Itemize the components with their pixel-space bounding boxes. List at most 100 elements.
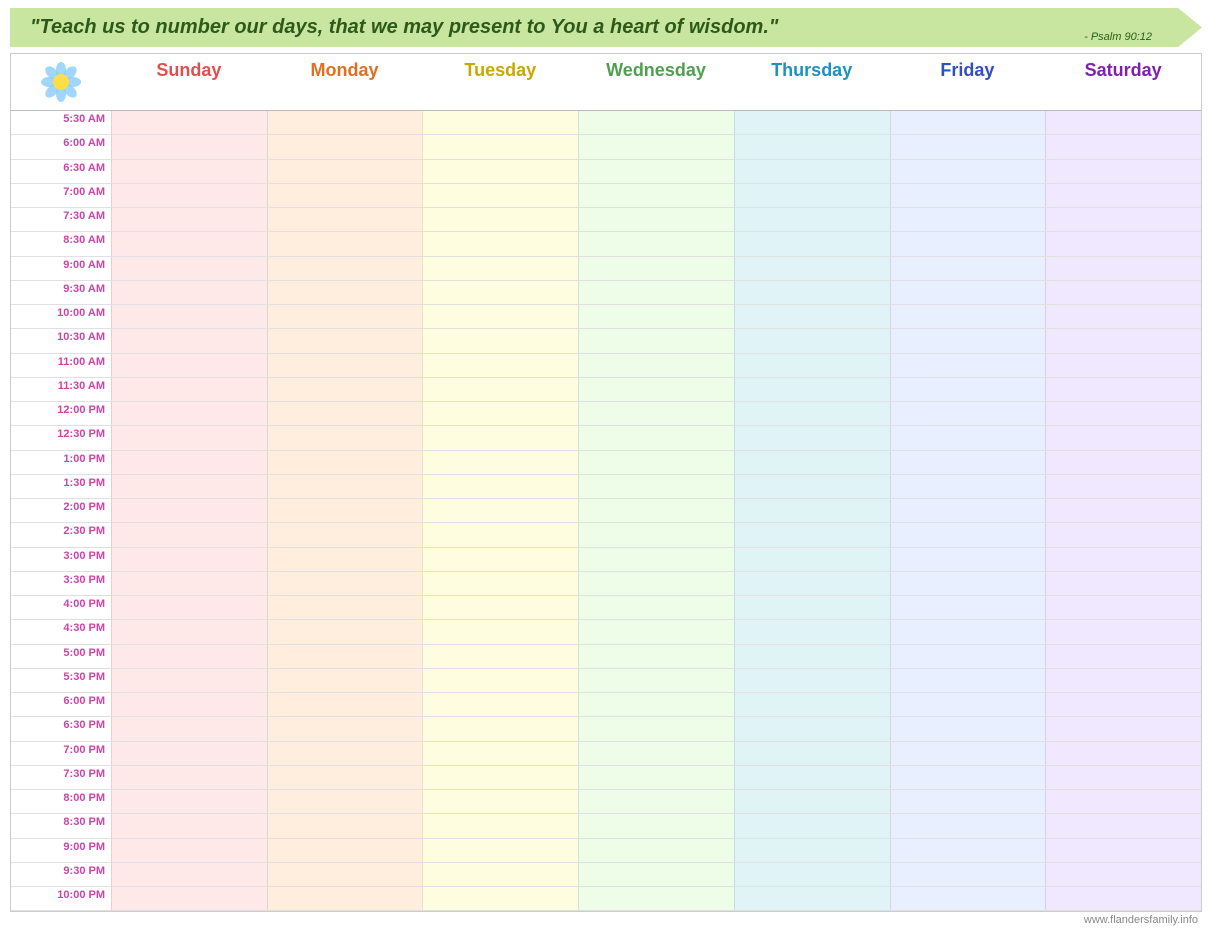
day-cell[interactable] [578, 184, 734, 207]
day-cell[interactable] [578, 475, 734, 498]
day-cell[interactable] [267, 160, 423, 183]
day-cell[interactable] [890, 839, 1046, 862]
day-cell[interactable] [422, 790, 578, 813]
day-cell[interactable] [267, 354, 423, 377]
day-cell[interactable] [111, 451, 267, 474]
day-cell[interactable] [734, 281, 890, 304]
day-cell[interactable] [890, 742, 1046, 765]
day-cell[interactable] [1045, 790, 1201, 813]
day-cell[interactable] [422, 766, 578, 789]
day-cell[interactable] [734, 693, 890, 716]
day-cell[interactable] [267, 814, 423, 837]
day-cell[interactable] [578, 257, 734, 280]
day-cell[interactable] [1045, 693, 1201, 716]
day-cell[interactable] [578, 281, 734, 304]
day-cell[interactable] [267, 499, 423, 522]
day-cell[interactable] [1045, 620, 1201, 643]
day-cell[interactable] [1045, 354, 1201, 377]
day-cell[interactable] [1045, 572, 1201, 595]
day-cell[interactable] [111, 475, 267, 498]
day-cell[interactable] [1045, 523, 1201, 546]
day-cell[interactable] [422, 281, 578, 304]
day-cell[interactable] [111, 499, 267, 522]
day-cell[interactable] [111, 378, 267, 401]
day-cell[interactable] [1045, 160, 1201, 183]
day-cell[interactable] [422, 669, 578, 692]
day-cell[interactable] [578, 354, 734, 377]
day-cell[interactable] [734, 232, 890, 255]
day-cell[interactable] [734, 572, 890, 595]
day-cell[interactable] [734, 620, 890, 643]
day-cell[interactable] [890, 184, 1046, 207]
day-cell[interactable] [111, 693, 267, 716]
day-cell[interactable] [1045, 742, 1201, 765]
day-cell[interactable] [1045, 281, 1201, 304]
day-cell[interactable] [267, 887, 423, 910]
day-cell[interactable] [890, 620, 1046, 643]
day-cell[interactable] [1045, 596, 1201, 619]
day-cell[interactable] [1045, 499, 1201, 522]
day-cell[interactable] [734, 475, 890, 498]
day-cell[interactable] [267, 378, 423, 401]
day-cell[interactable] [734, 305, 890, 328]
day-cell[interactable] [734, 742, 890, 765]
day-cell[interactable] [422, 354, 578, 377]
day-cell[interactable] [734, 402, 890, 425]
day-cell[interactable] [422, 596, 578, 619]
day-cell[interactable] [422, 887, 578, 910]
day-cell[interactable] [734, 208, 890, 231]
day-cell[interactable] [267, 790, 423, 813]
day-cell[interactable] [267, 863, 423, 886]
day-cell[interactable] [734, 135, 890, 158]
day-cell[interactable] [890, 111, 1046, 134]
day-cell[interactable] [734, 184, 890, 207]
day-cell[interactable] [422, 451, 578, 474]
day-cell[interactable] [734, 329, 890, 352]
day-cell[interactable] [422, 111, 578, 134]
day-cell[interactable] [1045, 329, 1201, 352]
day-cell[interactable] [734, 790, 890, 813]
day-cell[interactable] [267, 717, 423, 740]
day-cell[interactable] [890, 693, 1046, 716]
day-cell[interactable] [267, 548, 423, 571]
day-cell[interactable] [422, 548, 578, 571]
day-cell[interactable] [267, 305, 423, 328]
day-cell[interactable] [422, 814, 578, 837]
day-cell[interactable] [267, 596, 423, 619]
day-cell[interactable] [890, 572, 1046, 595]
day-cell[interactable] [734, 839, 890, 862]
day-cell[interactable] [267, 742, 423, 765]
day-cell[interactable] [267, 184, 423, 207]
day-cell[interactable] [578, 378, 734, 401]
day-cell[interactable] [890, 426, 1046, 449]
day-cell[interactable] [890, 596, 1046, 619]
day-cell[interactable] [734, 596, 890, 619]
day-cell[interactable] [1045, 863, 1201, 886]
day-cell[interactable] [111, 160, 267, 183]
day-cell[interactable] [578, 693, 734, 716]
day-cell[interactable] [1045, 257, 1201, 280]
day-cell[interactable] [890, 354, 1046, 377]
day-cell[interactable] [111, 329, 267, 352]
day-cell[interactable] [422, 717, 578, 740]
day-cell[interactable] [890, 475, 1046, 498]
day-cell[interactable] [578, 548, 734, 571]
day-cell[interactable] [111, 572, 267, 595]
day-cell[interactable] [1045, 451, 1201, 474]
day-cell[interactable] [1045, 135, 1201, 158]
day-cell[interactable] [111, 548, 267, 571]
day-cell[interactable] [890, 402, 1046, 425]
day-cell[interactable] [111, 523, 267, 546]
day-cell[interactable] [267, 281, 423, 304]
day-cell[interactable] [111, 717, 267, 740]
day-cell[interactable] [422, 620, 578, 643]
day-cell[interactable] [1045, 184, 1201, 207]
day-cell[interactable] [578, 451, 734, 474]
day-cell[interactable] [578, 742, 734, 765]
day-cell[interactable] [734, 426, 890, 449]
day-cell[interactable] [422, 499, 578, 522]
day-cell[interactable] [734, 499, 890, 522]
day-cell[interactable] [890, 790, 1046, 813]
day-cell[interactable] [111, 281, 267, 304]
day-cell[interactable] [111, 257, 267, 280]
